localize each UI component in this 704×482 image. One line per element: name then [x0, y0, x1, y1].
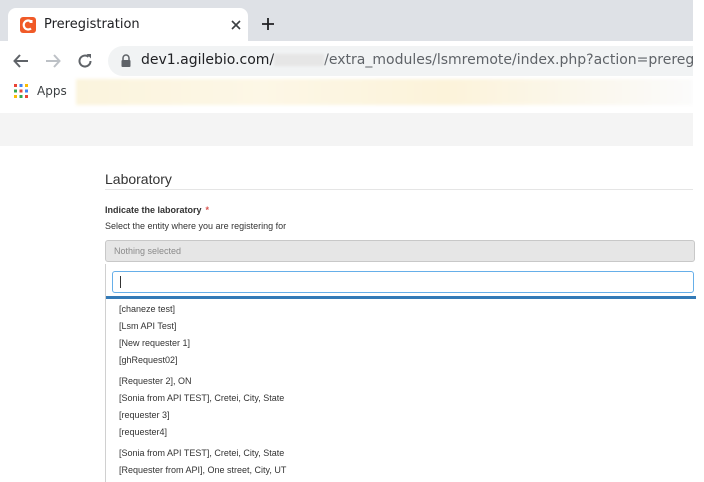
tab-title: Preregistration: [44, 17, 140, 32]
tab-strip: Preregistration: [0, 0, 693, 41]
required-marker: *: [205, 205, 210, 215]
field-help-text: Select the entity where you are register…: [105, 221, 287, 231]
page-header-band: [0, 113, 693, 146]
dropdown-option[interactable]: [Sonia from API TEST], Cretei, City, Sta…: [119, 448, 284, 458]
select-placeholder: Nothing selected: [114, 246, 182, 256]
browser-tab[interactable]: Preregistration: [8, 8, 248, 41]
dropdown-highlight-bar: [106, 296, 696, 299]
dropdown-option[interactable]: [Requester from API], One street, City, …: [119, 465, 286, 475]
text-caret: [120, 276, 121, 288]
bookmarks-bar: Apps: [0, 79, 693, 105]
dropdown-option[interactable]: [Requester 2], ON: [119, 376, 192, 386]
site-favicon-icon: [20, 17, 36, 33]
dropdown-option[interactable]: [chaneze test]: [119, 304, 175, 314]
laboratory-dropdown: [chaneze test] [Lsm API Test] [New reque…: [105, 264, 696, 482]
new-tab-icon[interactable]: [260, 16, 276, 32]
laboratory-select[interactable]: Nothing selected: [105, 240, 695, 262]
field-label-text: Indicate the laboratory: [105, 205, 202, 215]
reload-icon[interactable]: [76, 52, 94, 70]
dropdown-option[interactable]: [requester4]: [119, 427, 167, 437]
apps-grid-icon[interactable]: [14, 84, 28, 98]
browser-toolbar: dev1.agilebio.com/ /extra_modules/lsmremo…: [0, 41, 704, 79]
dropdown-option[interactable]: [Lsm API Test]: [119, 321, 176, 331]
dropdown-option[interactable]: [ghRequest02]: [119, 355, 178, 365]
url-host: dev1.agilebio.com/: [141, 52, 275, 68]
field-label: Indicate the laboratory *: [105, 205, 209, 215]
address-bar[interactable]: dev1.agilebio.com/ /extra_modules/lsmremo…: [108, 46, 704, 76]
url-text: dev1.agilebio.com/ /extra_modules/lsmremo…: [141, 52, 704, 68]
url-path: /extra_modules/lsmremote/index.php?actio…: [324, 52, 704, 68]
forward-arrow-icon[interactable]: [44, 52, 62, 70]
dropdown-option[interactable]: [requester 3]: [119, 410, 170, 420]
lock-icon: [121, 54, 131, 67]
apps-bookmark-label[interactable]: Apps: [37, 84, 67, 98]
section-divider: [105, 189, 693, 190]
back-arrow-icon[interactable]: [12, 52, 30, 70]
close-tab-icon[interactable]: [228, 17, 244, 33]
dropdown-option[interactable]: [Sonia from API TEST], Cretei, City, Sta…: [119, 393, 284, 403]
section-title: Laboratory: [105, 171, 172, 187]
dropdown-option[interactable]: [New requester 1]: [119, 338, 190, 348]
blurred-bookmarks: [76, 79, 693, 105]
dropdown-search-input[interactable]: [112, 271, 694, 293]
redacted-path: [274, 54, 325, 66]
